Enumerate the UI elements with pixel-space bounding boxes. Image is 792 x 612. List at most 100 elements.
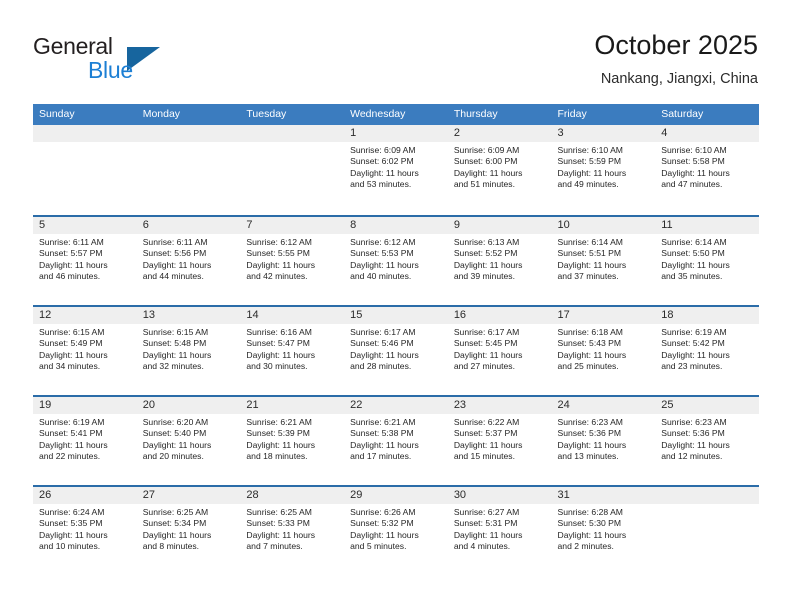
daylight-text-line2: and 13 minutes. [557,451,619,462]
calendar-day-cell[interactable]: 29 Sunrise: 6:26 AM Sunset: 5:32 PM Dayligh… [344,487,448,575]
page-title: October 2025 [594,30,758,60]
sunset-text: Sunset: 5:47 PM [246,338,310,349]
calendar-day-cell[interactable]: 23 Sunrise: 6:22 AM Sunset: 5:37 PM Dayligh… [447,397,552,485]
weekday-header-thursday: Thursday [453,108,498,120]
day-sun-info: Sunrise: 6:11 AM Sunset: 5:56 PM Daylight:… [137,234,241,283]
daylight-text-line2: and 12 minutes. [661,451,723,462]
daylight-text-line2: and 28 minutes. [350,361,412,372]
sunset-text: Sunset: 5:38 PM [350,428,414,439]
daylight-text-line1: Daylight: 11 hours [453,349,523,360]
day-sun-info: Sunrise: 6:21 AM Sunset: 5:39 PM Daylight:… [240,414,344,463]
calendar-day-cell[interactable]: 28 Sunrise: 6:25 AM Sunset: 5:33 PM Dayligh… [240,487,345,575]
weekday-header-row: Sunday Monday Tuesday Wednesday Thursday Frid… [33,104,759,125]
calendar-day-cell[interactable]: 11 Sunrise: 6:14 AM Sunset: 5:50 PM Dayligh… [655,217,759,305]
general-blue-logo[interactable]: General Blue [33,33,213,89]
sunrise-text: Sunrise: 6:19 AM [39,417,105,427]
day-number-band: 13 [136,307,241,324]
day-number-band: 19 [33,397,137,414]
day-number-band: 20 [136,397,241,414]
day-number: 24 [557,399,570,411]
daylight-text-line2: and 46 minutes. [39,271,101,282]
calendar-day-cell[interactable]: 15 Sunrise: 6:17 AM Sunset: 5:46 PM Dayligh… [344,307,448,395]
day-sun-info: Sunrise: 6:10 AM Sunset: 5:58 PM Daylight:… [655,142,759,191]
calendar-day-cell-empty [655,487,759,575]
sunrise-text: Sunrise: 6:21 AM [246,417,312,427]
calendar-day-cell[interactable]: 13 Sunrise: 6:15 AM Sunset: 5:48 PM Dayligh… [136,307,241,395]
calendar-day-cell[interactable]: 16 Sunrise: 6:17 AM Sunset: 5:45 PM Dayligh… [447,307,552,395]
sunset-text: Sunset: 6:00 PM [453,156,518,167]
calendar-day-cell[interactable]: 7 Sunrise: 6:12 AM Sunset: 5:55 PM Daylight… [240,217,345,305]
daylight-text-line2: and 17 minutes. [350,451,412,462]
day-sun-info: Sunrise: 6:28 AM Sunset: 5:30 PM Daylight:… [552,504,656,553]
calendar-day-cell[interactable]: 21 Sunrise: 6:21 AM Sunset: 5:39 PM Dayligh… [240,397,345,485]
calendar-day-cell[interactable]: 4 Sunrise: 6:10 AM Sunset: 5:58 PM Daylight… [655,125,759,213]
calendar-day-cell[interactable]: 2 Sunrise: 6:09 AM Sunset: 6:00 PM Daylight… [447,125,552,213]
day-number: 31 [557,489,570,501]
calendar-day-cell[interactable]: 25 Sunrise: 6:23 AM Sunset: 5:36 PM Dayligh… [655,397,759,485]
day-number: 13 [142,309,155,321]
day-number-band: 21 [240,397,345,414]
day-number: 20 [142,399,155,411]
daylight-text-line2: and 4 minutes. [453,541,511,552]
day-number-band: 3 [551,125,656,142]
day-number: 9 [453,219,460,231]
calendar-page: General Blue October 2025 Nankang, Jiang… [0,0,792,612]
calendar-day-cell[interactable]: 14 Sunrise: 6:16 AM Sunset: 5:47 PM Dayligh… [240,307,345,395]
calendar-day-cell[interactable]: 19 Sunrise: 6:19 AM Sunset: 5:41 PM Dayligh… [33,397,137,485]
sunset-text: Sunset: 5:49 PM [39,338,103,349]
calendar-day-cell[interactable]: 30 Sunrise: 6:27 AM Sunset: 5:31 PM Dayligh… [447,487,552,575]
daylight-text-line2: and 37 minutes. [557,271,619,282]
calendar-day-cell[interactable]: 27 Sunrise: 6:25 AM Sunset: 5:34 PM Dayligh… [136,487,241,575]
day-number-band: 14 [240,307,345,324]
day-number: 26 [39,489,52,501]
day-number-band: 26 [33,487,137,504]
sunset-text: Sunset: 5:40 PM [142,428,207,439]
day-number-band: 5 [33,217,137,234]
day-number-band: 22 [344,397,448,414]
daylight-text-line2: and 44 minutes. [142,271,204,282]
calendar-day-cell[interactable]: 5 Sunrise: 6:11 AM Sunset: 5:57 PM Daylight… [33,217,137,305]
sunset-text: Sunset: 5:35 PM [39,518,103,529]
calendar-day-cell[interactable]: 22 Sunrise: 6:21 AM Sunset: 5:38 PM Dayligh… [344,397,448,485]
daylight-text-line2: and 18 minutes. [246,451,308,462]
calendar-day-cell[interactable]: 3 Sunrise: 6:10 AM Sunset: 5:59 PM Daylight… [551,125,656,213]
sunrise-text: Sunrise: 6:18 AM [557,327,623,337]
calendar-day-cell[interactable]: 18 Sunrise: 6:19 AM Sunset: 5:42 PM Dayligh… [655,307,759,395]
daylight-text-line2: and 47 minutes. [661,179,723,190]
daylight-text-line1: Daylight: 11 hours [39,529,108,540]
day-number: 29 [350,489,363,501]
calendar-day-cell[interactable]: 17 Sunrise: 6:18 AM Sunset: 5:43 PM Dayligh… [551,307,656,395]
calendar-day-cell[interactable]: 24 Sunrise: 6:23 AM Sunset: 5:36 PM Dayligh… [551,397,656,485]
day-number-band: 11 [655,217,759,234]
sunrise-text: Sunrise: 6:20 AM [142,417,209,427]
sunrise-text: Sunrise: 6:25 AM [246,507,312,517]
calendar-day-cell[interactable]: 8 Sunrise: 6:12 AM Sunset: 5:53 PM Daylight… [344,217,448,305]
calendar-day-cell[interactable]: 31 Sunrise: 6:28 AM Sunset: 5:30 PM Dayligh… [551,487,656,575]
daylight-text-line1: Daylight: 11 hours [350,349,419,360]
sunset-text: Sunset: 5:53 PM [350,248,414,259]
calendar-day-cell[interactable]: 10 Sunrise: 6:14 AM Sunset: 5:51 PM Dayligh… [551,217,656,305]
calendar-day-cell[interactable]: 1 Sunrise: 6:09 AM Sunset: 6:02 PM Daylight… [344,125,448,213]
daylight-text-line1: Daylight: 11 hours [661,259,730,270]
day-number: 11 [661,219,673,231]
daylight-text-line2: and 42 minutes. [246,271,308,282]
daylight-text-line1: Daylight: 11 hours [453,259,523,270]
day-number: 12 [39,309,52,321]
day-sun-info: Sunrise: 6:26 AM Sunset: 5:32 PM Daylight:… [344,504,448,553]
day-number: 10 [557,219,570,231]
sunrise-text: Sunrise: 6:27 AM [453,507,520,517]
calendar-day-cell[interactable]: 6 Sunrise: 6:11 AM Sunset: 5:56 PM Daylight… [136,217,241,305]
day-sun-info: Sunrise: 6:22 AM Sunset: 5:37 PM Daylight:… [448,414,552,463]
daylight-text-line1: Daylight: 11 hours [557,349,627,360]
calendar-week-row: 1 Sunrise: 6:09 AM Sunset: 6:02 PM Daylight… [33,125,759,215]
calendar-day-cell[interactable]: 26 Sunrise: 6:24 AM Sunset: 5:35 PM Dayligh… [33,487,137,575]
calendar-day-cell-empty [240,125,345,213]
calendar-day-cell[interactable]: 12 Sunrise: 6:15 AM Sunset: 5:49 PM Dayligh… [33,307,137,395]
daylight-text-line2: and 35 minutes. [661,271,723,282]
calendar-day-cell[interactable]: 9 Sunrise: 6:13 AM Sunset: 5:52 PM Daylight… [447,217,552,305]
calendar-day-cell[interactable]: 20 Sunrise: 6:20 AM Sunset: 5:40 PM Dayligh… [136,397,241,485]
daylight-text-line1: Daylight: 11 hours [246,349,316,360]
sunset-text: Sunset: 5:41 PM [39,428,103,439]
day-number-band [33,125,137,142]
day-number: 25 [661,399,674,411]
